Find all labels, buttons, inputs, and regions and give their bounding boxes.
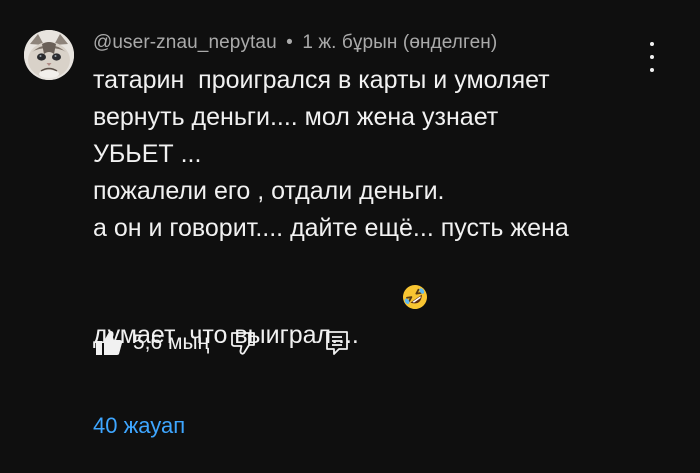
comment-line: татарин проигрался в карты и умоляет <box>93 66 550 94</box>
comment-line: УБЬЕТ ... <box>93 140 202 168</box>
thumbs-down-icon <box>231 332 256 355</box>
comment-actions: 5,6 мың <box>93 326 353 360</box>
grumpy-cat-avatar <box>24 30 74 80</box>
like-count: 5,6 мың <box>133 331 210 354</box>
view-replies-button[interactable]: 40 жауап <box>93 413 185 439</box>
comment-line: а он и говорит.... дайте ещё... пусть же… <box>93 214 569 242</box>
header-separator: • <box>286 32 293 53</box>
avatar[interactable] <box>24 30 74 80</box>
comment-timestamp[interactable]: 1 ж. бұрын (өнделген) <box>302 32 497 53</box>
comment-header: @user-znau_nepytau • 1 ж. бұрын (өнделге… <box>93 32 497 54</box>
menu-dot <box>650 42 654 46</box>
comment-line: пожалели его , отдали деньги. <box>93 177 445 205</box>
thumbs-up-icon <box>96 331 123 355</box>
like-button[interactable] <box>93 327 125 359</box>
reply-button[interactable] <box>321 327 353 359</box>
reply-icon <box>326 331 349 355</box>
dislike-button[interactable] <box>227 327 259 359</box>
rolling-on-floor-laughing-emoji <box>360 247 428 358</box>
comment-text: татарин проигрался в карты и умоляет вер… <box>93 62 653 358</box>
comment-line: вернуть деньги.... мол жена узнает <box>93 103 499 131</box>
menu-dot <box>650 55 654 59</box>
author-name[interactable]: @user-znau_nepytau <box>93 32 277 53</box>
